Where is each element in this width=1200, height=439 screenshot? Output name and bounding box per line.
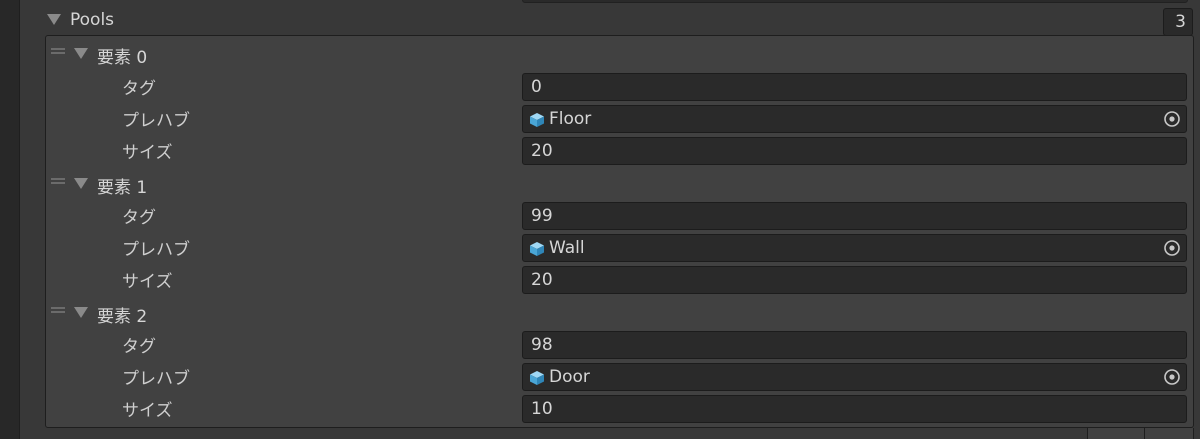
- tag-field[interactable]: 98: [522, 331, 1187, 359]
- prefab-cube-icon: [530, 113, 544, 127]
- prefab-value: Wall: [549, 238, 585, 258]
- size-field[interactable]: 20: [522, 266, 1187, 294]
- prefab-value: Door: [549, 367, 590, 387]
- drag-handle-icon[interactable]: [51, 48, 65, 54]
- inspector-panel: Pools 3 要素 0 タグ 0 プレハブ Floor サイズ 20 要素 1…: [0, 0, 1200, 439]
- prefab-label: プレハブ: [122, 111, 190, 131]
- pools-count-field[interactable]: 3: [1163, 8, 1193, 36]
- prefab-field[interactable]: Floor: [522, 105, 1187, 133]
- element-2-header[interactable]: 要素 2: [97, 302, 147, 327]
- size-label: サイズ: [122, 143, 173, 163]
- list-footer-buttons[interactable]: [1087, 428, 1194, 439]
- object-picker-icon[interactable]: [1158, 235, 1186, 261]
- prefab-field[interactable]: Wall: [522, 234, 1187, 262]
- list-footer-divider: [1144, 428, 1145, 439]
- size-field[interactable]: 20: [522, 137, 1187, 165]
- tag-field[interactable]: 0: [522, 73, 1187, 101]
- previous-field[interactable]: [522, 0, 1188, 3]
- element-0-header[interactable]: 要素 0: [97, 43, 147, 68]
- prefab-field[interactable]: Door: [522, 363, 1187, 391]
- size-field[interactable]: 10: [522, 395, 1187, 423]
- left-gutter: [0, 0, 19, 439]
- tag-field[interactable]: 99: [522, 202, 1187, 230]
- drag-handle-icon[interactable]: [51, 307, 65, 313]
- size-label: サイズ: [122, 272, 173, 292]
- prefab-cube-icon: [530, 242, 544, 256]
- prefab-value: Floor: [549, 109, 592, 129]
- tag-label: タグ: [122, 337, 156, 357]
- element-0-foldout-arrow-icon[interactable]: [74, 48, 88, 59]
- pools-foldout-arrow-icon[interactable]: [47, 14, 61, 25]
- tag-label: タグ: [122, 79, 156, 99]
- prefab-label: プレハブ: [122, 369, 190, 389]
- object-picker-icon[interactable]: [1158, 364, 1186, 390]
- size-label: サイズ: [122, 401, 173, 421]
- element-1-header[interactable]: 要素 1: [97, 173, 147, 198]
- pools-header[interactable]: Pools 3: [0, 4, 1200, 36]
- left-gutter-edge: [19, 0, 20, 439]
- prefab-cube-icon: [530, 371, 544, 385]
- element-1-foldout-arrow-icon[interactable]: [74, 178, 88, 189]
- object-picker-icon[interactable]: [1158, 106, 1186, 132]
- drag-handle-icon[interactable]: [51, 178, 65, 184]
- element-2-foldout-arrow-icon[interactable]: [74, 307, 88, 318]
- tag-label: タグ: [122, 208, 156, 228]
- prefab-label: プレハブ: [122, 240, 190, 260]
- pools-label: Pools: [70, 10, 115, 30]
